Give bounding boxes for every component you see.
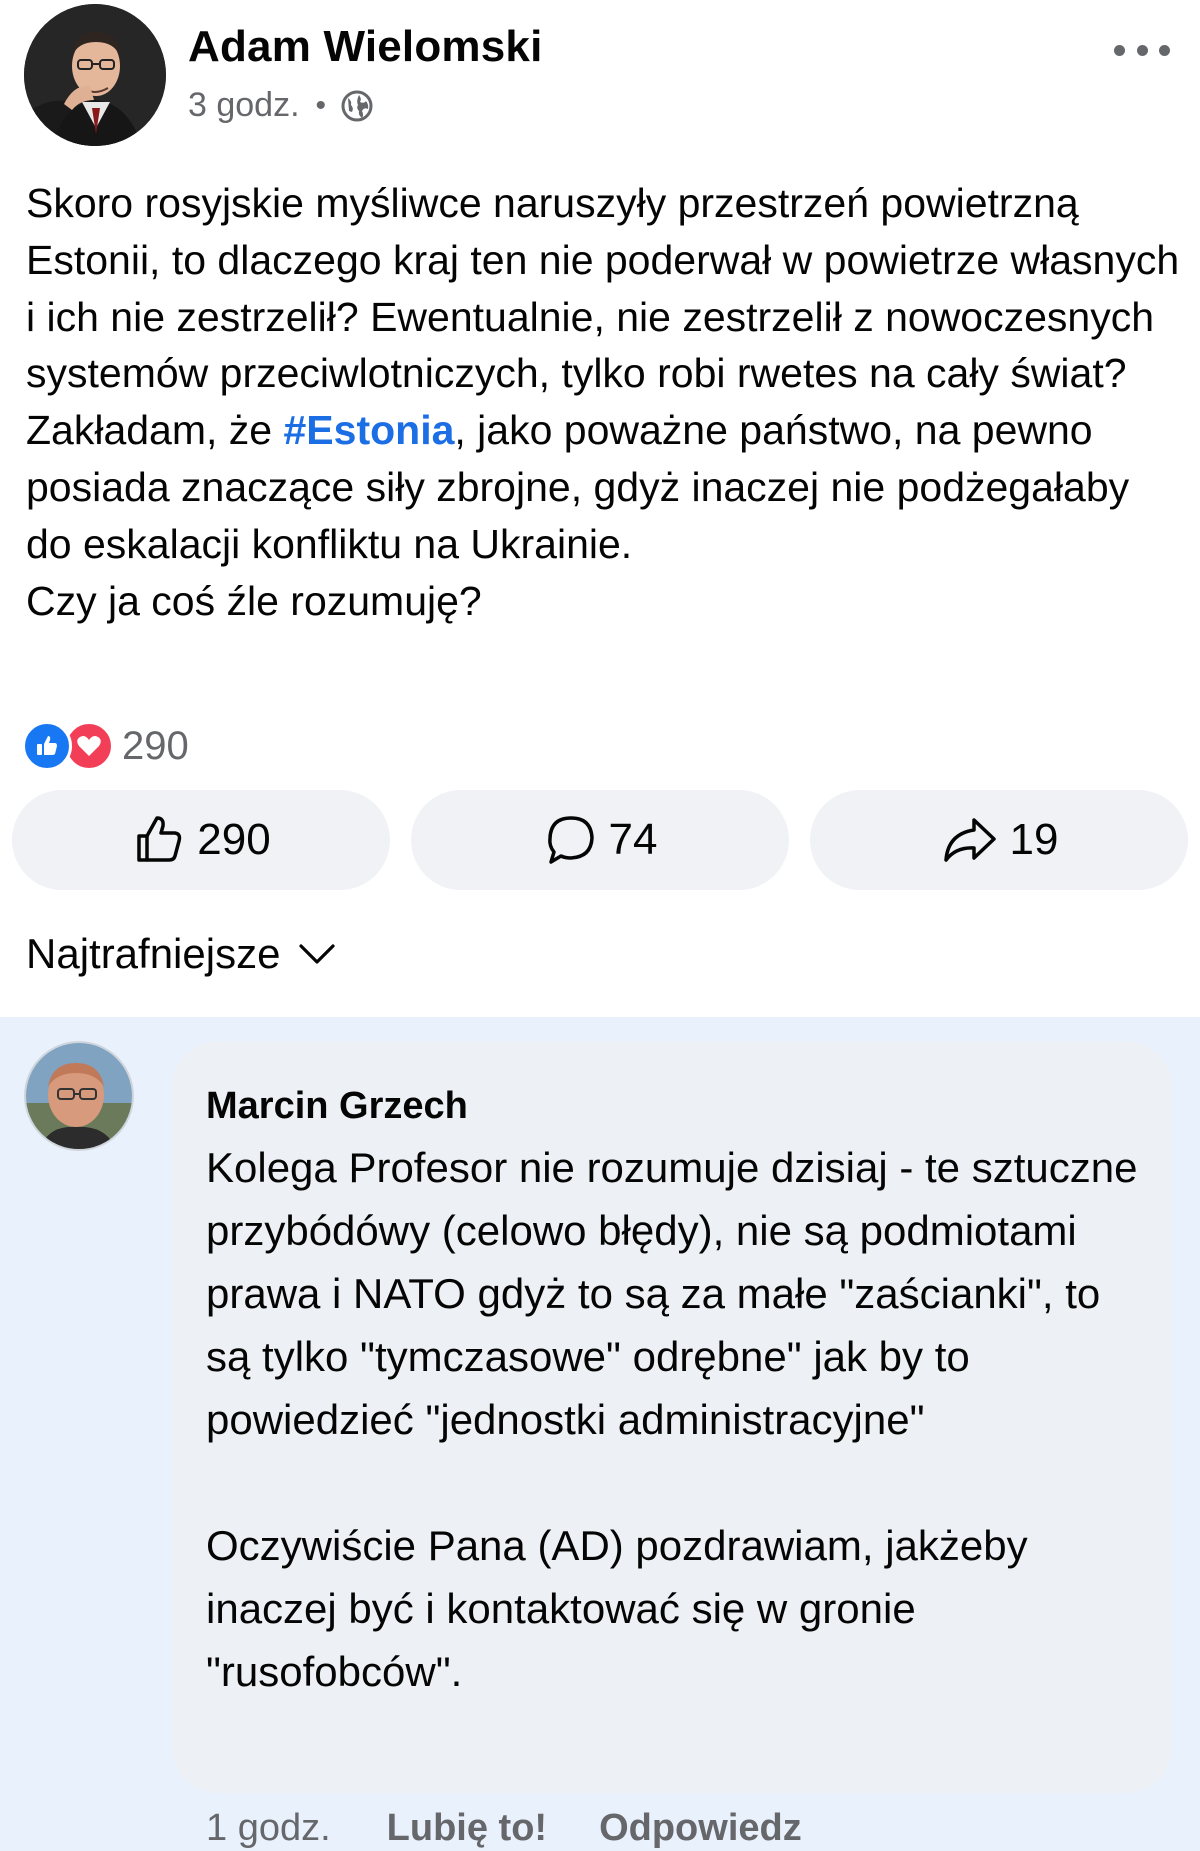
comment-button[interactable]: 74 (411, 790, 789, 890)
hashtag-link[interactable]: #Estonia (284, 407, 455, 453)
commenter-name[interactable]: Marcin Grzech (206, 1085, 468, 1128)
comment-reply-button[interactable]: Odpowiedz (599, 1807, 802, 1850)
comment-count: 74 (608, 815, 658, 864)
comment-text: Kolega Profesor nie rozumuje dzisiaj - t… (206, 1144, 1138, 1695)
reactions-summary[interactable]: 290 (22, 720, 189, 772)
meta-separator: • (315, 88, 327, 122)
like-button[interactable]: 290 (12, 790, 390, 890)
author-name[interactable]: Adam Wielomski (188, 22, 543, 72)
more-options-icon[interactable] (1114, 30, 1170, 70)
globe-icon (340, 89, 374, 123)
reaction-count: 290 (122, 723, 189, 768)
post-time[interactable]: 3 godz. (188, 86, 300, 125)
post-body: Skoro rosyjskie myśliwce naruszyły przes… (26, 175, 1186, 629)
share-count: 19 (1009, 815, 1059, 864)
author-avatar[interactable] (24, 4, 166, 146)
share-arrow-icon (943, 818, 996, 862)
chevron-down-icon (299, 944, 336, 964)
comment-like-button[interactable]: Lubię to! (387, 1807, 547, 1850)
share-button[interactable]: 19 (810, 790, 1188, 890)
comment-bubble: Marcin Grzech Kolega Profesor nie rozumu… (172, 1041, 1172, 1793)
comment-actions: 1 godz. Lubię to! Odpowiedz (206, 1807, 802, 1850)
like-count: 290 (197, 815, 271, 864)
comment-time[interactable]: 1 godz. (206, 1807, 331, 1850)
sort-label: Najtrafniejsze (26, 930, 281, 977)
thumbs-up-icon (137, 816, 182, 862)
post-meta: 3 godz. • (188, 86, 374, 125)
comments-sort-select[interactable]: Najtrafniejsze (26, 930, 336, 978)
comment-item: Marcin Grzech Kolega Profesor nie rozumu… (0, 1017, 1200, 1851)
comment-icon (547, 816, 594, 864)
like-reaction-icon (22, 721, 72, 771)
post-header: Adam Wielomski 3 godz. • (0, 0, 1200, 150)
commenter-avatar[interactable] (24, 1041, 134, 1151)
